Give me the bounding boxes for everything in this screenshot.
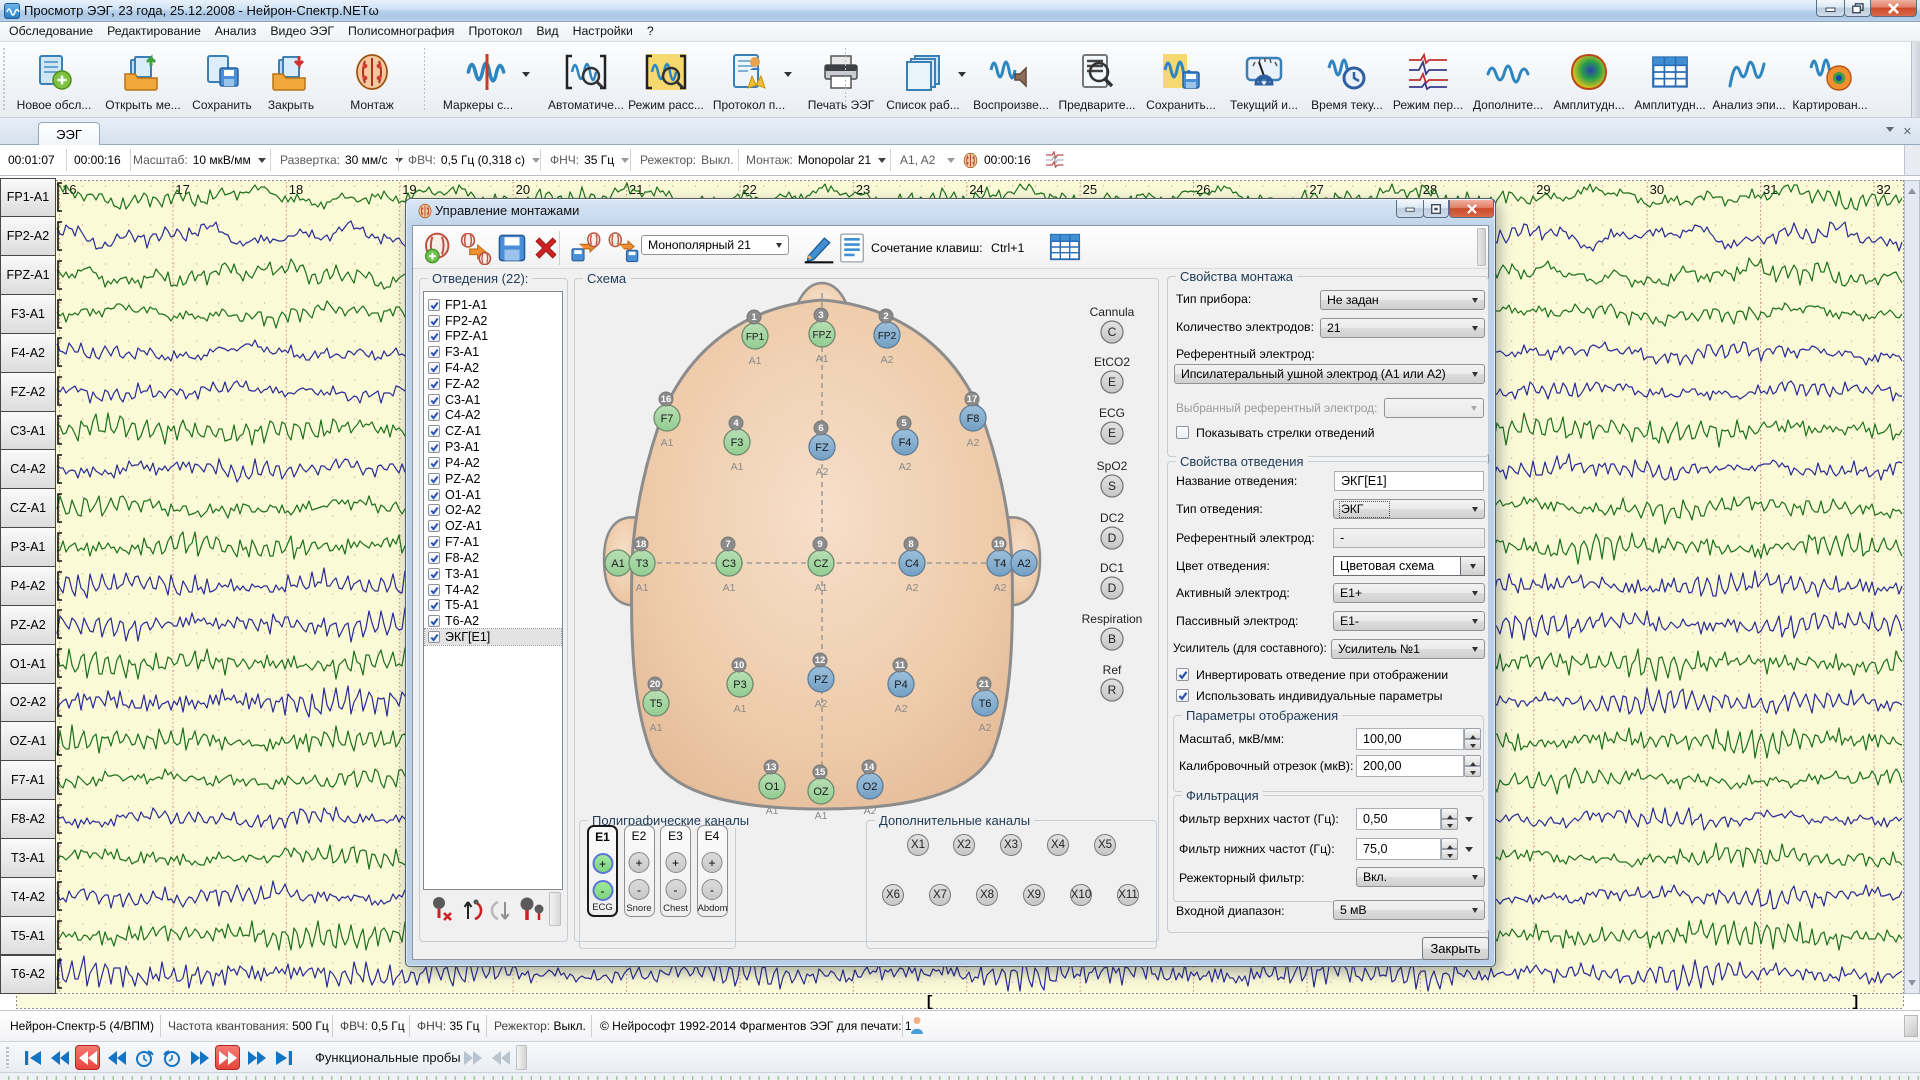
svg-text:A1: A1 [816,353,829,365]
svg-text:A2: A2 [895,703,908,715]
svg-text:S: S [1108,479,1116,493]
svg-text:A2: A2 [994,582,1007,594]
svg-text:4: 4 [733,418,739,429]
svg-text:15: 15 [815,767,826,778]
svg-text:25: 25 [1083,182,1097,197]
svg-text:T5: T5 [650,698,663,710]
svg-text:EtCO2: EtCO2 [1094,355,1130,369]
svg-text:A1: A1 [611,558,624,570]
svg-text:27: 27 [1309,182,1323,197]
svg-text:FP2: FP2 [878,331,897,342]
svg-text:1: 1 [751,312,757,323]
svg-text:17: 17 [175,182,189,197]
svg-text:Cannula: Cannula [1090,305,1135,319]
svg-text:SpO2: SpO2 [1097,459,1128,473]
svg-text:DC2: DC2 [1100,511,1124,525]
svg-text:O1: O1 [765,781,780,793]
svg-text:A1: A1 [723,582,736,594]
svg-text:FP1: FP1 [746,332,765,343]
svg-text:R: R [1108,683,1117,697]
svg-text:E: E [1108,375,1116,389]
svg-text:8: 8 [908,539,913,550]
svg-text:9: 9 [817,539,822,550]
svg-text:14: 14 [864,762,875,773]
svg-text:2: 2 [883,311,888,322]
svg-text:C: C [1108,325,1117,339]
svg-text:12: 12 [815,655,826,666]
svg-text:[: [ [925,994,934,1011]
svg-text:18: 18 [289,182,303,197]
svg-text:11: 11 [895,660,906,671]
svg-text:P3: P3 [733,679,746,691]
svg-text:D: D [1108,531,1117,545]
svg-text:A1: A1 [731,461,744,473]
svg-text:T3: T3 [636,558,649,570]
svg-text:P4: P4 [894,679,907,691]
svg-text:A2: A2 [967,437,980,449]
svg-text:A1: A1 [815,810,828,822]
svg-text:20: 20 [516,182,530,197]
svg-text:A2: A2 [816,466,829,478]
svg-text:ECG: ECG [1099,406,1125,420]
svg-text:A2: A2 [815,698,828,710]
svg-text:A2: A2 [906,582,919,594]
svg-text:C3: C3 [722,558,736,570]
svg-text:A1: A1 [766,805,779,817]
svg-text:O2: O2 [863,781,878,793]
svg-text:A1: A1 [749,355,762,367]
svg-text:A1: A1 [650,722,663,734]
svg-text:C4: C4 [905,558,919,570]
svg-text:A2: A2 [899,461,912,473]
svg-text:6: 6 [818,423,823,434]
svg-text:OZ: OZ [813,786,829,798]
svg-text:10: 10 [734,660,745,671]
svg-text:FPZ: FPZ [813,330,832,341]
svg-text:F3: F3 [731,437,744,449]
svg-text:A1: A1 [734,703,747,715]
svg-text:21: 21 [979,679,990,690]
svg-text:F8: F8 [967,413,980,425]
svg-text:A2: A2 [979,722,992,734]
svg-text:A1: A1 [636,582,649,594]
svg-text:A2: A2 [881,354,894,366]
svg-text:FZ: FZ [815,442,829,454]
svg-text:]: ] [1851,994,1860,1011]
svg-text:7: 7 [725,539,730,550]
svg-text:A1: A1 [815,582,828,594]
svg-text:A2: A2 [1017,558,1030,570]
svg-text:T6: T6 [979,698,992,710]
svg-text:16: 16 [661,394,672,405]
svg-text:F7: F7 [661,413,674,425]
svg-text:A1: A1 [661,437,674,449]
svg-text:5: 5 [901,418,907,429]
svg-text:19: 19 [994,539,1005,550]
svg-text:13: 13 [766,762,777,773]
svg-text:Ref: Ref [1103,663,1122,677]
svg-text:F4: F4 [899,437,912,449]
svg-text:DC1: DC1 [1100,561,1124,575]
svg-text:B: B [1108,632,1116,646]
svg-text:E: E [1108,426,1116,440]
svg-text:20: 20 [650,679,661,690]
svg-text:17: 17 [967,394,978,405]
svg-text:18: 18 [636,539,647,550]
svg-text:Respiration: Respiration [1082,612,1143,626]
svg-text:CZ: CZ [814,558,829,570]
svg-text:19: 19 [402,182,416,197]
svg-text:30: 30 [1650,182,1664,197]
svg-text:3: 3 [818,310,823,321]
svg-text:D: D [1108,581,1117,595]
svg-text:T4: T4 [994,558,1007,570]
svg-text:PZ: PZ [814,674,828,686]
